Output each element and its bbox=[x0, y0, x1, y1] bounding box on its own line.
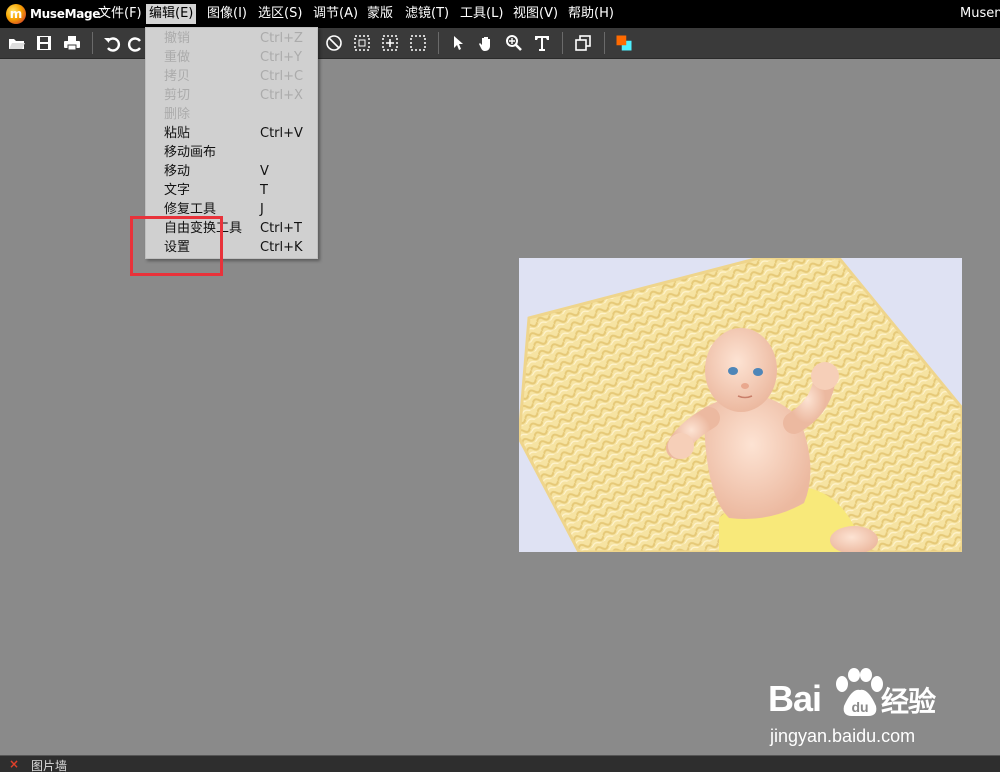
edit-menu-item-shortcut: T bbox=[260, 183, 268, 198]
edit-menu-item-shortcut: J bbox=[260, 202, 264, 217]
edit-menu-item-label: 粘贴 bbox=[164, 126, 191, 141]
baby-photo-image[interactable] bbox=[519, 258, 962, 552]
musemage-window: m MuseMage™ 文件(F) 编辑(E) 图像(I) 选区(S) 调节(A) 蒙版滤… bbox=[0, 0, 1000, 772]
edit-menu-item-1[interactable]: 重做 Ctrl+Y bbox=[146, 48, 317, 67]
edit-menu-item-label: 修复工具 bbox=[164, 202, 217, 217]
layers-icon[interactable] bbox=[571, 31, 595, 55]
edit-menu-item-shortcut: Ctrl+Y bbox=[260, 50, 302, 65]
watermark-brand-left: Bai bbox=[768, 678, 822, 719]
menu-item-4[interactable]: 调节(A) bbox=[310, 4, 361, 24]
edit-menu-item-2[interactable]: 拷贝 Ctrl+C bbox=[146, 67, 317, 86]
edit-menu-item-0[interactable]: 撤销 Ctrl+Z bbox=[146, 29, 317, 48]
edit-menu-item-label: 拷贝 bbox=[164, 69, 191, 84]
menu-item-0[interactable]: 文件(F) bbox=[95, 4, 145, 24]
edit-menu-item-shortcut: Ctrl+C bbox=[260, 69, 304, 84]
select-all-icon[interactable] bbox=[350, 31, 374, 55]
edit-menu-item-label: 撤销 bbox=[164, 31, 191, 46]
edit-menu-item-7[interactable]: 移动 V bbox=[146, 162, 317, 181]
edit-menu-item-shortcut: Ctrl+K bbox=[260, 240, 303, 255]
menu-item-1[interactable]: 编辑(E) bbox=[146, 4, 197, 24]
edit-menu-item-shortcut: Ctrl+T bbox=[260, 221, 302, 236]
toolbar-separator bbox=[438, 32, 439, 54]
print-icon[interactable] bbox=[60, 31, 84, 55]
deselect-icon[interactable] bbox=[322, 31, 346, 55]
toolbar-separator bbox=[604, 32, 605, 54]
app-name: MuseMage bbox=[30, 7, 101, 21]
edit-menu-item-label: 设置 bbox=[164, 240, 191, 255]
edit-menu-item-label: 移动 bbox=[164, 164, 191, 179]
edit-menu-item-9[interactable]: 修复工具 J bbox=[146, 200, 317, 219]
edit-menu-item-shortcut: Ctrl+X bbox=[260, 88, 303, 103]
menu-item-2[interactable]: 图像(I) bbox=[204, 4, 250, 24]
edit-menu-item-10[interactable]: 自由变换工具 Ctrl+T bbox=[146, 219, 317, 238]
zoom-icon[interactable] bbox=[502, 31, 526, 55]
edit-menu-item-label: 文字 bbox=[164, 183, 191, 198]
edit-menu-item-6[interactable]: 移动画布 bbox=[146, 143, 317, 162]
menu-item-8[interactable]: 视图(V) bbox=[510, 4, 561, 24]
marquee-icon[interactable] bbox=[406, 31, 430, 55]
pointer-icon[interactable] bbox=[446, 31, 470, 55]
menu-bar: m MuseMage™ 文件(F) 编辑(E) 图像(I) 选区(S) 调节(A) 蒙版滤… bbox=[0, 0, 1000, 28]
menu-item-3[interactable]: 选区(S) bbox=[255, 4, 305, 24]
undo-icon[interactable] bbox=[100, 31, 124, 55]
app-logo: m MuseMage™ bbox=[6, 4, 107, 24]
edit-menu-item-11[interactable]: 设置 Ctrl+K bbox=[146, 238, 317, 257]
watermark-url: jingyan.baidu.com bbox=[770, 726, 916, 746]
edit-menu-item-shortcut: V bbox=[260, 164, 269, 179]
toolbar-separator bbox=[92, 32, 93, 54]
menu-item-5[interactable]: 蒙版 bbox=[364, 4, 396, 24]
edit-menu-item-label: 重做 bbox=[164, 50, 191, 65]
edit-menu-item-shortcut: Ctrl+V bbox=[260, 126, 303, 141]
musemage-logo-icon: m bbox=[6, 4, 26, 24]
edit-menu-item-label: 删除 bbox=[164, 107, 191, 122]
hand-icon[interactable] bbox=[474, 31, 498, 55]
edit-menu-item-shortcut: Ctrl+Z bbox=[260, 31, 303, 46]
transform-select-icon[interactable] bbox=[378, 31, 402, 55]
redo-icon[interactable] bbox=[126, 31, 146, 55]
menu-item-9[interactable]: 帮助(H) bbox=[565, 4, 617, 24]
open-folder-icon[interactable] bbox=[5, 31, 29, 55]
edit-menu-item-3[interactable]: 剪切 Ctrl+X bbox=[146, 86, 317, 105]
edit-menu-item-label: 移动画布 bbox=[164, 145, 217, 160]
menu-item-7[interactable]: 工具(L) bbox=[457, 4, 506, 24]
edit-menu-item-5[interactable]: 粘贴 Ctrl+V bbox=[146, 124, 317, 143]
menu-item-6[interactable]: 滤镜(T) bbox=[402, 4, 452, 24]
edit-menu-item-label: 剪切 bbox=[164, 88, 191, 103]
baidu-jingyan-watermark: du Bai 经验 jingyan.baidu.com bbox=[768, 662, 958, 752]
bottom-panel-bar: × 图片墙 bbox=[0, 755, 1000, 772]
edit-menu-item-4[interactable]: 删除 bbox=[146, 105, 317, 124]
edit-menu-item-8[interactable]: 文字 T bbox=[146, 181, 317, 200]
photo-wall-label[interactable]: 图片墙 bbox=[31, 757, 67, 772]
color-swatch-icon[interactable] bbox=[612, 31, 636, 55]
watermark-brand-right: 经验 bbox=[881, 686, 936, 717]
toolbar-separator bbox=[562, 32, 563, 54]
save-icon[interactable] bbox=[32, 31, 56, 55]
edit-menu-dropdown: 撤销 Ctrl+Z 重做 Ctrl+Y 拷贝 Ctrl+C 剪切 Ctrl+X 删除粘贴 Ctrl… bbox=[145, 27, 318, 259]
window-title-truncated: Musem bbox=[960, 6, 1000, 21]
close-panel-icon[interactable]: × bbox=[9, 757, 19, 771]
edit-menu-item-label: 自由变换工具 bbox=[164, 221, 243, 236]
text-tool-icon[interactable] bbox=[530, 31, 554, 55]
